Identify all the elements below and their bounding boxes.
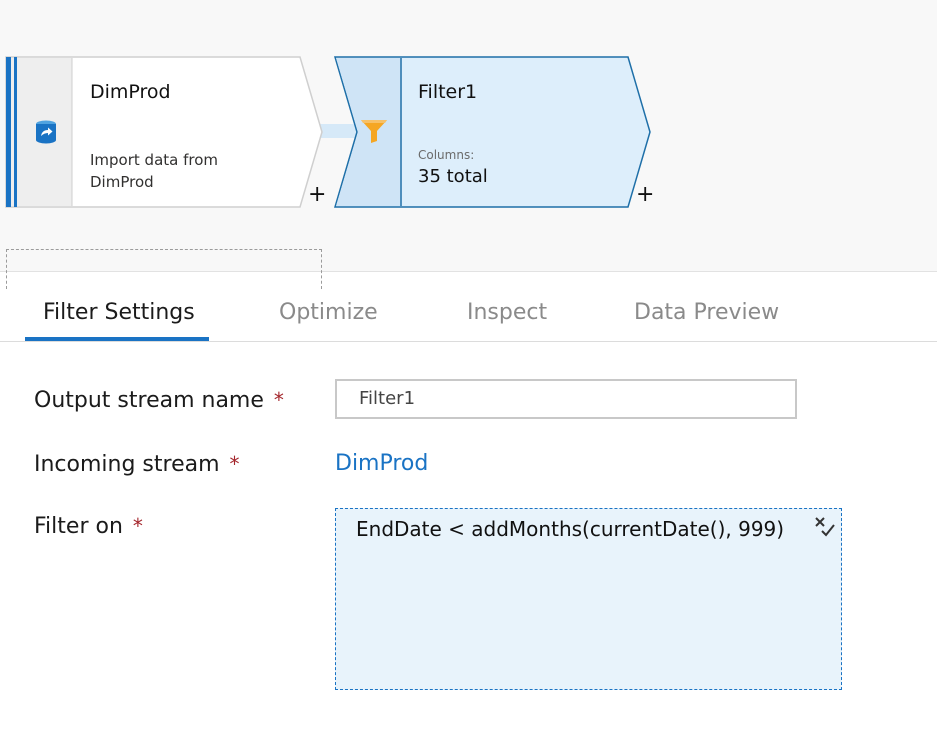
source-node-description: Import data from DimProd [90,149,280,193]
filter-node-columns-caption: Columns: [418,148,475,162]
source-node-title: DimProd [90,81,171,103]
filter-node-columns-value: 35 total [418,166,488,187]
output-stream-name-label-text: Output stream name [34,388,264,413]
filter-node-title: Filter1 [418,81,478,103]
source-node-description-line1: Import data from [90,151,219,169]
database-source-icon [36,120,56,144]
add-source-placeholder[interactable] [6,249,322,289]
node-graph [5,56,651,208]
data-flow-canvas[interactable]: DimProd Import data from DimProd Filter1… [0,0,937,289]
filter-on-label: Filter on * [34,514,143,539]
add-transform-after-filter-button[interactable]: + [636,184,654,206]
output-stream-name-label: Output stream name * [34,388,284,413]
node-connector [318,124,358,138]
filter-funnel-icon [361,120,387,143]
required-marker: * [132,514,143,538]
incoming-stream-link[interactable]: DimProd [335,451,428,476]
tab-inspect[interactable]: Inspect [467,300,547,325]
filter-on-label-text: Filter on [34,514,123,539]
filter-expression-editor[interactable]: EndDate < addMonths(currentDate(), 999) [335,508,842,690]
active-tab-indicator [25,337,209,341]
filter-expression-text: EndDate < addMonths(currentDate(), 999) [356,517,785,541]
required-marker: * [273,388,284,412]
output-stream-name-input[interactable]: Filter1 [335,379,797,419]
tab-data-preview[interactable]: Data Preview [634,300,779,325]
required-marker: * [229,452,240,476]
tab-filter-settings[interactable]: Filter Settings [43,300,195,325]
tab-optimize[interactable]: Optimize [279,300,378,325]
incoming-stream-label-text: Incoming stream [34,452,220,477]
incoming-stream-label: Incoming stream * [34,452,240,477]
settings-tab-bar: Filter Settings Optimize Inspect Data Pr… [0,286,937,342]
source-node-description-line2: DimProd [90,173,154,191]
add-transform-after-source-button[interactable]: + [308,184,326,206]
clear-expression-icon[interactable] [813,515,837,539]
